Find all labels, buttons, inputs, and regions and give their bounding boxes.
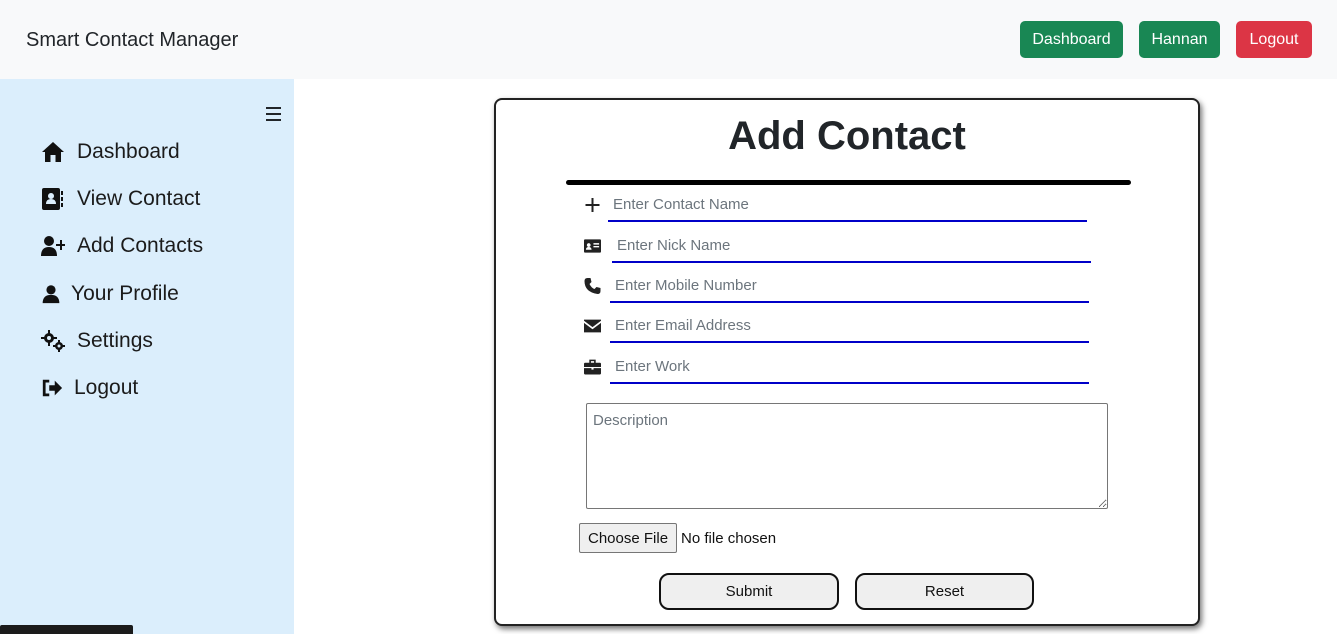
id-card-icon [582,237,602,255]
submit-button[interactable]: Submit [659,573,839,610]
contact-name-input[interactable] [608,188,1087,222]
user-button[interactable]: Hannan [1139,21,1220,58]
sidebar-item-add-contacts[interactable]: Add Contacts [41,234,203,258]
file-status-text: No file chosen [681,529,777,547]
hamburger-menu-icon[interactable] [266,107,281,121]
taskbar-strip [0,625,133,634]
sidebar-item-dashboard[interactable]: Dashboard [41,140,180,164]
mobile-field-row [582,269,1089,303]
email-address-input[interactable] [610,309,1089,343]
sidebar: Dashboard View Contact Add Contacts Your… [0,79,294,634]
work-field-row [582,350,1089,384]
mobile-number-input[interactable] [610,269,1089,303]
choose-file-button[interactable]: Choose File [579,523,678,553]
sign-out-icon [42,379,63,397]
sidebar-item-label: Logout [74,376,139,399]
description-textarea[interactable] [586,403,1108,509]
sidebar-item-label: Your Profile [71,282,179,305]
sidebar-item-view-contact[interactable]: View Contact [41,187,200,211]
dashboard-button[interactable]: Dashboard [1020,21,1123,58]
email-field-row [582,309,1089,343]
sidebar-item-label: Dashboard [77,140,180,163]
page-title: Add Contact [728,114,966,158]
sidebar-item-label: Settings [77,329,153,352]
envelope-icon [582,317,602,335]
logout-button[interactable]: Logout [1236,21,1312,58]
contact-name-field-row [582,188,1087,222]
address-book-icon [42,188,63,210]
add-contact-card: Add Contact Choose File No file chosen S… [494,98,1200,626]
top-navbar: Smart Contact Manager Dashboard Hannan L… [0,0,1337,79]
briefcase-icon [582,358,602,376]
nick-name-input[interactable] [612,229,1091,263]
gears-icon [41,330,65,352]
user-icon [42,285,60,304]
brand-title[interactable]: Smart Contact Manager [26,29,238,52]
home-icon [42,142,64,162]
title-divider [566,180,1131,185]
sidebar-item-your-profile[interactable]: Your Profile [41,282,179,306]
plus-icon [582,196,602,214]
sidebar-item-logout[interactable]: Logout [41,376,138,400]
phone-icon [582,277,602,295]
nick-name-field-row [582,229,1091,263]
sidebar-item-settings[interactable]: Settings [41,329,153,353]
sidebar-item-label: Add Contacts [77,234,204,257]
work-input[interactable] [610,350,1089,384]
sidebar-item-label: View Contact [77,187,201,210]
file-upload: Choose File No file chosen [579,523,776,553]
reset-button[interactable]: Reset [855,573,1034,610]
user-plus-icon [41,236,65,256]
